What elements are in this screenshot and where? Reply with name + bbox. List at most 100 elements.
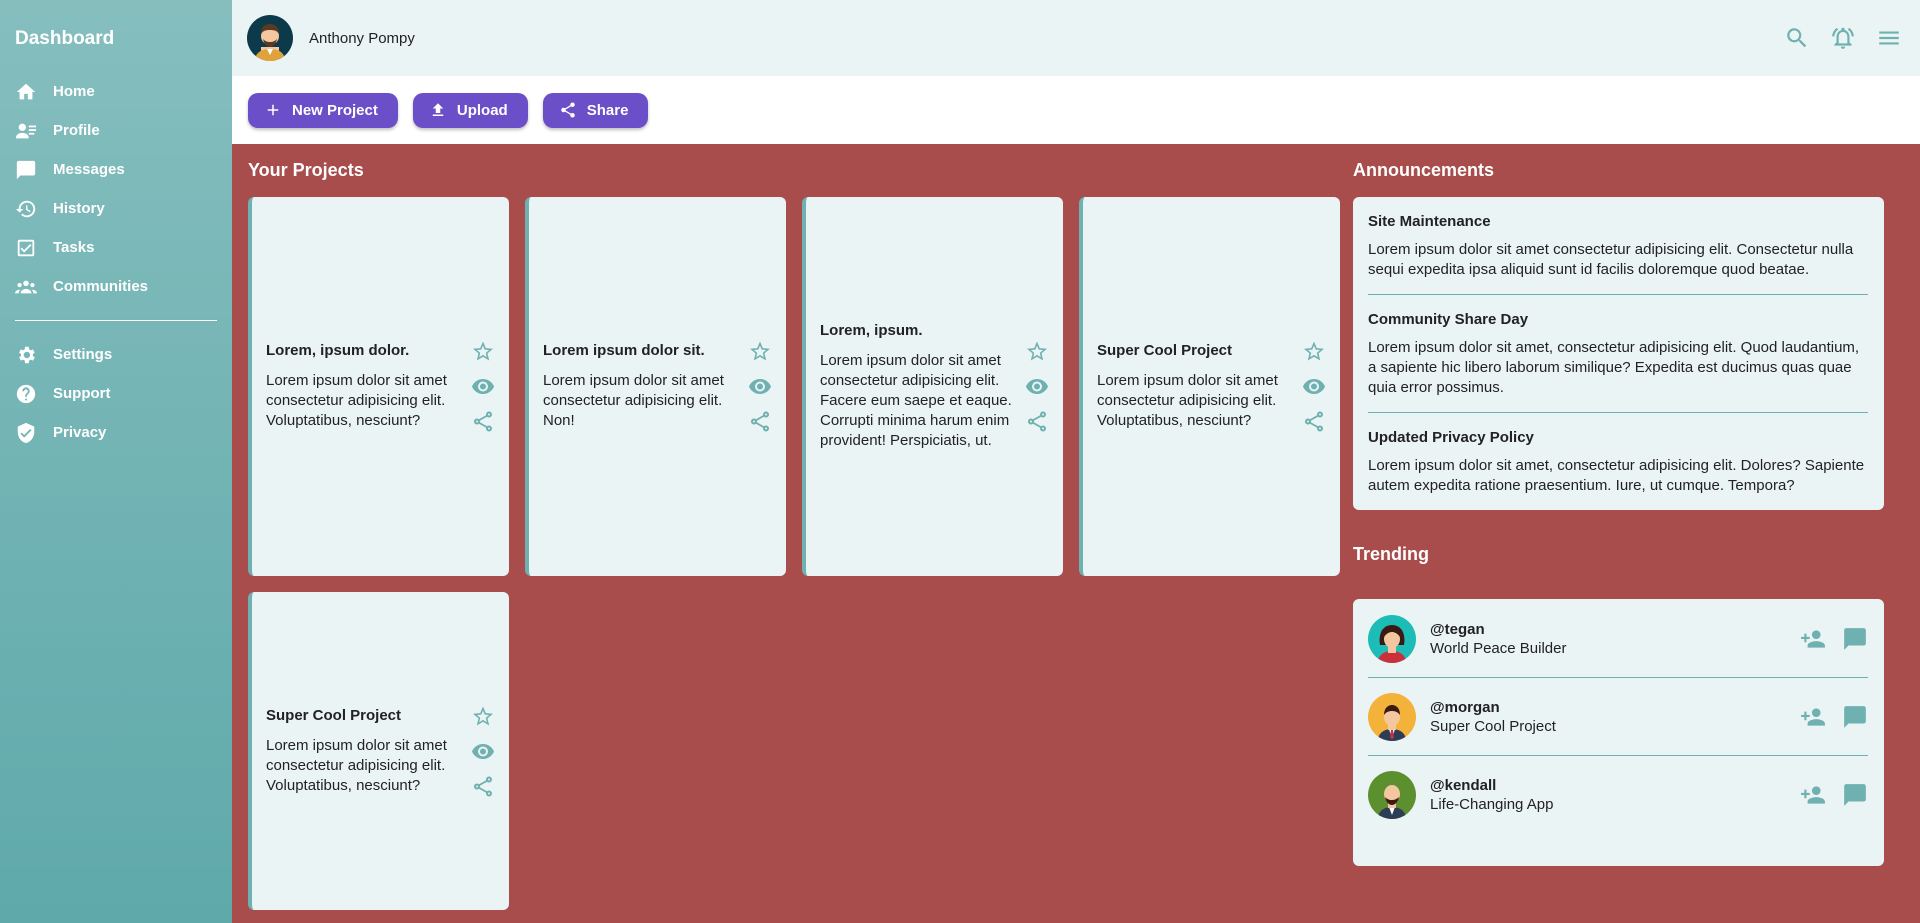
projects-title: Your Projects [248, 160, 364, 180]
project-card[interactable]: Super Cool Project Lorem ipsum dolor sit… [1079, 197, 1340, 576]
trending-subtitle: Life-Changing App [1430, 796, 1554, 813]
share-icon[interactable] [471, 774, 495, 799]
sidebar: Dashboard Home Profile Messages History … [0, 0, 232, 923]
share-icon [560, 102, 575, 118]
announcement-item: Updated Privacy Policy Lorem ipsum dolor… [1368, 429, 1868, 496]
notification-bell-icon[interactable] [1830, 25, 1856, 51]
announcement-title: Updated Privacy Policy [1368, 429, 1534, 446]
sidebar-item-label: Home [53, 83, 95, 100]
project-title: Super Cool Project [1097, 342, 1233, 359]
new-project-label: New Project [292, 101, 378, 119]
star-icon[interactable] [471, 704, 495, 729]
star-icon[interactable] [1302, 339, 1326, 364]
home-icon [16, 83, 36, 99]
share-button[interactable]: Share [542, 92, 649, 128]
share-icon[interactable] [1025, 409, 1049, 434]
sidebar-item-label: Messages [53, 161, 125, 178]
project-text: Lorem ipsum dolor sit amet consectetur a… [543, 372, 724, 429]
add-user-icon[interactable] [1800, 704, 1826, 730]
profile-icon [15, 123, 37, 138]
brand-title: Dashboard [15, 28, 115, 49]
eye-icon[interactable] [748, 374, 772, 399]
sidebar-item-label: Settings [53, 346, 113, 363]
sidebar-item-history[interactable]: History [0, 189, 232, 228]
trending-subtitle: Super Cool Project [1430, 717, 1556, 735]
sidebar-item-privacy[interactable]: Privacy [0, 413, 232, 452]
upload-button[interactable]: Upload [412, 92, 528, 128]
avatar[interactable] [1368, 771, 1416, 819]
project-title: Lorem, ipsum. [820, 322, 923, 339]
project-actions [1302, 339, 1326, 434]
add-user-icon[interactable] [1800, 782, 1826, 808]
sidebar-item-tasks[interactable]: Tasks [0, 228, 232, 267]
messages-icon [16, 160, 36, 179]
trending-handle[interactable]: @kendall [1430, 777, 1553, 794]
trending-title: Trending [1353, 544, 1429, 564]
sidebar-item-label: History [53, 200, 105, 217]
star-icon[interactable] [471, 339, 495, 364]
search-icon[interactable] [1784, 25, 1810, 51]
project-actions [1025, 339, 1049, 434]
plus-icon [267, 104, 279, 116]
user-avatar-icon [1378, 704, 1406, 741]
message-icon[interactable] [1842, 704, 1868, 730]
eye-icon[interactable] [1302, 374, 1326, 399]
share-icon[interactable] [1302, 409, 1326, 434]
announcement-item: Site Maintenance Lorem ipsum dolor sit a… [1368, 213, 1868, 295]
user-avatar-icon [255, 24, 285, 61]
sidebar-item-home[interactable]: Home [0, 72, 232, 111]
project-card[interactable]: Lorem, ipsum dolor. Lorem ipsum dolor si… [248, 197, 509, 576]
project-text: Lorem ipsum dolor sit amet consectetur a… [820, 352, 1012, 449]
sidebar-item-label: Profile [53, 122, 100, 139]
star-icon[interactable] [1025, 339, 1049, 364]
avatar[interactable] [247, 15, 293, 61]
project-card[interactable]: Lorem ipsum dolor sit. Lorem ipsum dolor… [525, 197, 786, 576]
trending-handle[interactable]: @tegan [1430, 621, 1566, 638]
username: Anthony Pompy [309, 29, 415, 47]
sidebar-item-profile[interactable]: Profile [0, 111, 232, 150]
share-icon[interactable] [471, 409, 495, 434]
project-text: Lorem ipsum dolor sit amet consectetur a… [266, 736, 447, 794]
trending-actions [1800, 782, 1868, 808]
main-area: Anthony Pompy New Project Upload Share Y… [232, 0, 1920, 923]
share-icon[interactable] [748, 409, 772, 434]
content-area: Your Projects Lorem, ipsum dolor. Lorem … [232, 144, 1920, 923]
header-actions [1784, 25, 1902, 51]
message-icon[interactable] [1842, 626, 1868, 652]
project-text: Lorem ipsum dolor sit amet consectetur a… [266, 372, 447, 429]
side-panel: Announcements Site Maintenance Lorem ips… [1353, 160, 1884, 923]
eye-icon[interactable] [1025, 374, 1049, 399]
sidebar-item-support[interactable]: Support [0, 374, 232, 413]
star-icon[interactable] [748, 339, 772, 364]
project-actions [471, 339, 495, 434]
project-text: Lorem ipsum dolor sit amet consectetur a… [1097, 372, 1278, 429]
user-avatar-icon [1378, 624, 1406, 663]
sidebar-item-label: Support [53, 385, 111, 402]
trending-handle[interactable]: @morgan [1430, 699, 1556, 716]
project-card[interactable]: Super Cool Project Lorem ipsum dolor sit… [248, 592, 509, 910]
project-title: Super Cool Project [266, 706, 402, 724]
avatar[interactable] [1368, 692, 1416, 741]
sidebar-item-communities[interactable]: Communities [0, 267, 232, 306]
sidebar-item-label: Privacy [53, 424, 107, 441]
projects-grid: Lorem, ipsum dolor. Lorem ipsum dolor si… [248, 197, 1353, 910]
tasks-icon [17, 239, 35, 256]
sidebar-item-messages[interactable]: Messages [0, 150, 232, 189]
message-icon[interactable] [1842, 782, 1868, 808]
trending-actions [1800, 626, 1868, 652]
add-user-icon[interactable] [1800, 626, 1826, 652]
sidebar-divider [15, 320, 217, 321]
user-avatar-icon [1378, 785, 1406, 819]
menu-icon[interactable] [1876, 25, 1902, 51]
eye-icon[interactable] [471, 374, 495, 399]
announcement-title: Community Share Day [1368, 311, 1529, 328]
top-header: Anthony Pompy [232, 0, 1920, 76]
trending-actions [1800, 704, 1868, 730]
avatar[interactable] [1368, 614, 1416, 663]
eye-icon[interactable] [471, 739, 495, 764]
new-project-button[interactable]: New Project [248, 92, 398, 128]
announcements-title: Announcements [1353, 160, 1495, 180]
sidebar-item-settings[interactable]: Settings [0, 335, 232, 374]
announcement-title: Site Maintenance [1368, 213, 1491, 230]
project-card[interactable]: Lorem, ipsum. Lorem ipsum dolor sit amet… [802, 197, 1063, 576]
